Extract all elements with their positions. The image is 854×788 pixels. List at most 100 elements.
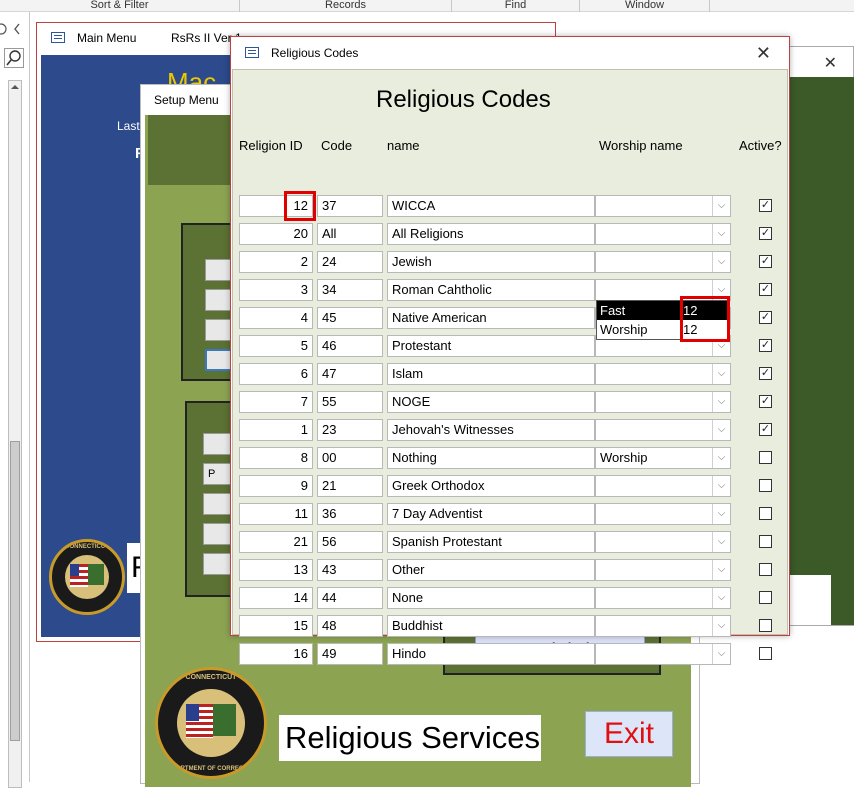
- chevron-down-icon[interactable]: ⌵: [712, 392, 730, 412]
- worship-name-combo[interactable]: ⌵: [595, 419, 731, 441]
- code-field[interactable]: 23: [317, 419, 383, 441]
- name-field[interactable]: Jewish: [387, 251, 595, 273]
- code-field[interactable]: 24: [317, 251, 383, 273]
- religion-id-field[interactable]: 9: [239, 475, 313, 497]
- name-field[interactable]: 7 Day Adventist: [387, 503, 595, 525]
- active-checkbox[interactable]: [759, 535, 772, 548]
- name-field[interactable]: Islam: [387, 363, 595, 385]
- chevron-down-icon[interactable]: ⌵: [712, 476, 730, 496]
- code-field[interactable]: 47: [317, 363, 383, 385]
- code-field[interactable]: 48: [317, 615, 383, 637]
- search-icon[interactable]: [4, 48, 24, 68]
- nav-scrollbar[interactable]: [8, 80, 22, 788]
- chevron-down-icon[interactable]: ⌵: [712, 448, 730, 468]
- worship-name-combo[interactable]: ⌵: [595, 615, 731, 637]
- code-field[interactable]: 34: [317, 279, 383, 301]
- religion-id-field[interactable]: 16: [239, 643, 313, 665]
- setup-button[interactable]: [203, 523, 233, 545]
- name-field[interactable]: Spanish Protestant: [387, 531, 595, 553]
- name-field[interactable]: WICCA: [387, 195, 595, 217]
- worship-name-combo[interactable]: ⌵: [595, 195, 731, 217]
- close-icon[interactable]: ✕: [756, 43, 771, 64]
- active-checkbox[interactable]: ✓: [759, 339, 772, 352]
- code-field[interactable]: 56: [317, 531, 383, 553]
- name-field[interactable]: Roman Cahtholic: [387, 279, 595, 301]
- main-menu-tab-label[interactable]: Main Menu: [77, 31, 136, 45]
- worship-name-combo[interactable]: ⌵: [595, 587, 731, 609]
- active-checkbox[interactable]: ✓: [759, 367, 772, 380]
- worship-name-combo[interactable]: ⌵: [595, 503, 731, 525]
- worship-name-combo[interactable]: Worship ⌵: [595, 447, 731, 469]
- nav-scroll-thumb[interactable]: [10, 441, 20, 741]
- worship-name-combo[interactable]: ⌵: [595, 363, 731, 385]
- religion-id-field[interactable]: 1: [239, 419, 313, 441]
- worship-name-combo[interactable]: ⌵: [595, 643, 731, 665]
- active-checkbox[interactable]: ✓: [759, 199, 772, 212]
- active-checkbox[interactable]: ✓: [759, 311, 772, 324]
- chevron-down-icon[interactable]: ⌵: [712, 364, 730, 384]
- chevron-down-icon[interactable]: ⌵: [712, 560, 730, 580]
- worship-name-combo[interactable]: ⌵: [595, 475, 731, 497]
- active-checkbox[interactable]: ✓: [759, 227, 772, 240]
- code-field[interactable]: 46: [317, 335, 383, 357]
- active-checkbox[interactable]: [759, 563, 772, 576]
- active-checkbox[interactable]: [759, 647, 772, 660]
- code-field[interactable]: All: [317, 223, 383, 245]
- name-field[interactable]: Buddhist: [387, 615, 595, 637]
- religion-id-field[interactable]: 14: [239, 587, 313, 609]
- active-checkbox[interactable]: ✓: [759, 423, 772, 436]
- worship-name-combo[interactable]: ⌵: [595, 559, 731, 581]
- religion-id-field[interactable]: 15: [239, 615, 313, 637]
- active-checkbox[interactable]: ✓: [759, 283, 772, 296]
- chevron-down-icon[interactable]: ⌵: [712, 252, 730, 272]
- code-field[interactable]: 44: [317, 587, 383, 609]
- worship-name-combo[interactable]: ⌵: [595, 251, 731, 273]
- code-field[interactable]: 45: [317, 307, 383, 329]
- religion-id-field[interactable]: 21: [239, 531, 313, 553]
- name-field[interactable]: All Religions: [387, 223, 595, 245]
- setup-button[interactable]: [203, 433, 233, 455]
- nav-shutter-icon[interactable]: [0, 22, 10, 36]
- setup-button[interactable]: [203, 553, 233, 575]
- code-field[interactable]: 43: [317, 559, 383, 581]
- religion-id-field[interactable]: 4: [239, 307, 313, 329]
- worship-name-combo[interactable]: ⌵: [595, 223, 731, 245]
- chevron-down-icon[interactable]: ⌵: [712, 224, 730, 244]
- chevron-down-icon[interactable]: ⌵: [712, 588, 730, 608]
- name-field[interactable]: NOGE: [387, 391, 595, 413]
- exit-button[interactable]: Exit: [585, 711, 673, 757]
- name-field[interactable]: Hindo: [387, 643, 595, 665]
- code-field[interactable]: 37: [317, 195, 383, 217]
- worship-name-combo[interactable]: ⌵: [595, 391, 731, 413]
- code-field[interactable]: 36: [317, 503, 383, 525]
- active-checkbox[interactable]: ✓: [759, 395, 772, 408]
- code-field[interactable]: 55: [317, 391, 383, 413]
- chevron-down-icon[interactable]: ⌵: [712, 616, 730, 636]
- active-checkbox[interactable]: [759, 619, 772, 632]
- chevron-left-icon[interactable]: [12, 22, 22, 36]
- religion-id-field[interactable]: 11: [239, 503, 313, 525]
- religion-id-field[interactable]: 2: [239, 251, 313, 273]
- active-checkbox[interactable]: [759, 507, 772, 520]
- worship-name-combo[interactable]: ⌵: [595, 531, 731, 553]
- chevron-down-icon[interactable]: ⌵: [712, 532, 730, 552]
- religion-id-field[interactable]: 20: [239, 223, 313, 245]
- code-field[interactable]: 00: [317, 447, 383, 469]
- name-field[interactable]: Nothing: [387, 447, 595, 469]
- close-icon[interactable]: ✕: [824, 53, 837, 73]
- chevron-down-icon[interactable]: ⌵: [712, 196, 730, 216]
- name-field[interactable]: Other: [387, 559, 595, 581]
- religion-id-field[interactable]: 3: [239, 279, 313, 301]
- name-field[interactable]: Native American: [387, 307, 595, 329]
- religion-id-field[interactable]: 5: [239, 335, 313, 357]
- scroll-up-icon[interactable]: [11, 83, 19, 91]
- religion-id-field[interactable]: 13: [239, 559, 313, 581]
- name-field[interactable]: None: [387, 587, 595, 609]
- code-field[interactable]: 21: [317, 475, 383, 497]
- name-field[interactable]: Jehovah's Witnesses: [387, 419, 595, 441]
- chevron-down-icon[interactable]: ⌵: [712, 420, 730, 440]
- setup-button[interactable]: [203, 493, 233, 515]
- name-field[interactable]: Greek Orthodox: [387, 475, 595, 497]
- active-checkbox[interactable]: [759, 591, 772, 604]
- code-field[interactable]: 49: [317, 643, 383, 665]
